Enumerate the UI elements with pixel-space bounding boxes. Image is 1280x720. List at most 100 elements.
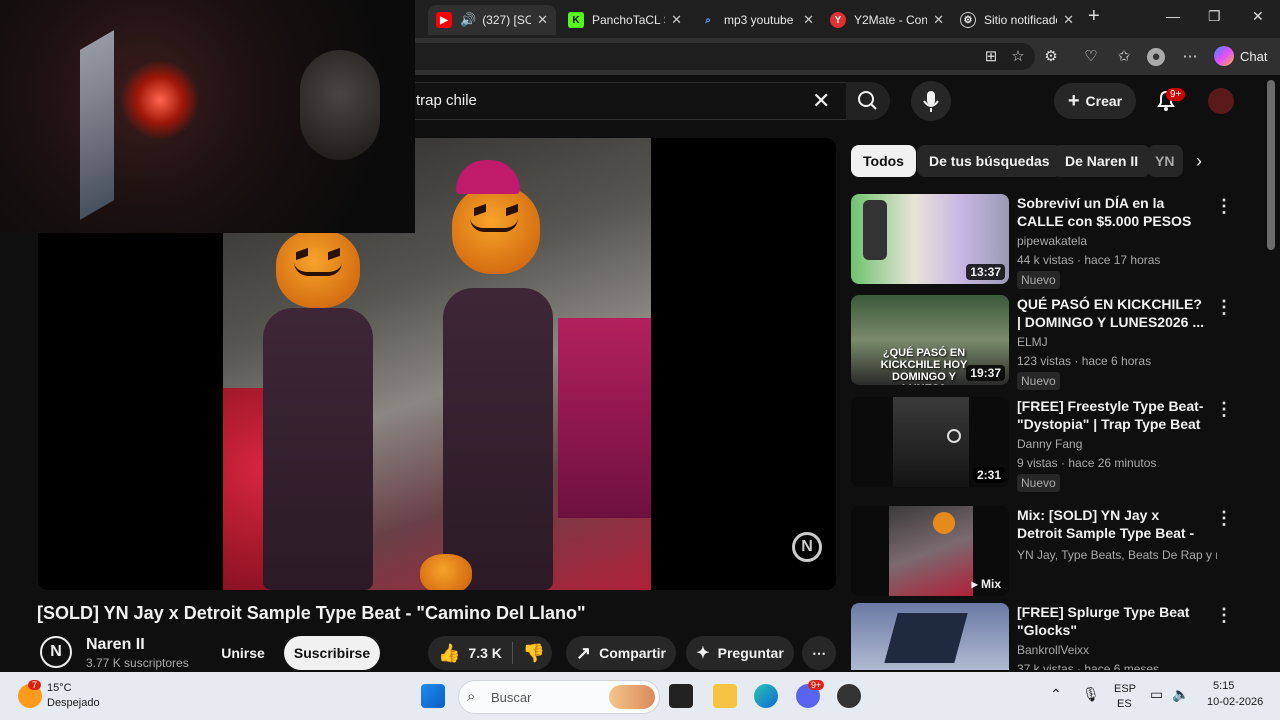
more-options-icon[interactable]: ⋮ bbox=[1215, 605, 1233, 626]
account-avatar[interactable] bbox=[1208, 88, 1234, 114]
like-button[interactable]: 👍 7.3 K bbox=[438, 643, 502, 664]
more-options-icon[interactable]: ⋮ bbox=[1215, 399, 1233, 420]
share-button[interactable]: ↗ Compartir bbox=[566, 636, 676, 670]
task-view-icon[interactable] bbox=[669, 684, 693, 708]
like-count: 7.3 K bbox=[468, 645, 502, 661]
recommendation-item[interactable]: ¿QUÉ PASÓ EN KICKCHILE HOY DOMINGO Y LUN… bbox=[851, 295, 1261, 390]
create-button[interactable]: + Crear bbox=[1054, 83, 1136, 119]
recommendation-title[interactable]: Mix: [SOLD] YN Jay x Detroit Sample Type… bbox=[1017, 506, 1207, 542]
minimize-icon[interactable]: — bbox=[1166, 8, 1180, 24]
video-thumbnail[interactable]: ▸ Mix bbox=[851, 506, 1009, 596]
file-explorer-icon[interactable] bbox=[713, 684, 737, 708]
taskbar-search-input[interactable]: ⌕ Buscar bbox=[458, 680, 660, 714]
more-options-icon[interactable]: ⋮ bbox=[1215, 508, 1233, 529]
microphone-tray-icon[interactable]: 🎙 bbox=[1082, 686, 1100, 703]
screen: ‹ ▶ 🔊 (327) [SOL ✕ K PanchoTaCL Str ✕ ⌕ … bbox=[0, 0, 1280, 720]
recommendation-meta: 37 k vistas · hace 6 meses bbox=[1017, 662, 1160, 670]
language-top[interactable]: ESP bbox=[1114, 683, 1136, 695]
recommendation-channel[interactable]: pipewakatela bbox=[1017, 234, 1217, 248]
app-icon[interactable] bbox=[837, 684, 861, 708]
tab-notified-site[interactable]: ⚙ Sitio notificado ✕ bbox=[952, 5, 1082, 35]
voice-search-button[interactable] bbox=[911, 81, 951, 121]
tab-y2mate[interactable]: Y Y2Mate - Conv ✕ bbox=[822, 5, 952, 35]
close-tab-icon[interactable]: ✕ bbox=[537, 12, 548, 28]
join-button[interactable]: Unirse bbox=[210, 636, 276, 670]
speaker-icon[interactable]: 🔊 bbox=[460, 12, 476, 28]
webcam-lamp-glow bbox=[120, 60, 200, 140]
channel-watermark-icon[interactable]: N bbox=[792, 532, 822, 562]
chip-yn[interactable]: YN bbox=[1147, 145, 1183, 177]
profile-icon[interactable]: ● bbox=[1147, 48, 1165, 66]
channel-name[interactable]: Naren II bbox=[86, 636, 145, 654]
recommendation-item[interactable]: [FREE] Splurge Type Beat "Glocks" Bankro… bbox=[851, 603, 1261, 670]
recommendation-channel[interactable]: YN Jay, Type Beats, Beats De Rap y muc..… bbox=[1017, 548, 1217, 562]
network-icon[interactable]: ▭ bbox=[1150, 686, 1163, 703]
chip-from-searches[interactable]: De tus búsquedas bbox=[917, 145, 1062, 177]
recommendation-item[interactable]: 2:31 [FREE] Freestyle Type Beat- "Dystop… bbox=[851, 397, 1261, 492]
language-bottom: ES bbox=[1117, 698, 1132, 710]
search-button[interactable] bbox=[846, 82, 890, 120]
subscribe-button[interactable]: Suscribirse bbox=[284, 636, 380, 670]
address-bar[interactable] bbox=[380, 43, 1035, 70]
video-thumbnail[interactable] bbox=[851, 603, 1009, 670]
thumbnail-image bbox=[884, 613, 968, 663]
restore-icon[interactable]: ❐ bbox=[1208, 8, 1221, 25]
video-thumbnail[interactable]: 13:37 bbox=[851, 194, 1009, 284]
favorites-icon[interactable]: ✩ bbox=[1115, 48, 1133, 66]
more-options-icon[interactable]: ⋮ bbox=[1215, 196, 1233, 217]
edge-icon[interactable] bbox=[754, 684, 778, 708]
chip-all[interactable]: Todos bbox=[851, 145, 916, 177]
close-tab-icon[interactable]: ✕ bbox=[933, 12, 944, 28]
chip-from-channel[interactable]: De Naren II bbox=[1053, 145, 1151, 177]
scrollbar-thumb[interactable] bbox=[1267, 80, 1275, 250]
copilot-icon bbox=[1214, 46, 1234, 66]
recommendation-channel[interactable]: BankrollVeixx bbox=[1017, 643, 1217, 657]
chevron-right-icon[interactable]: › bbox=[1196, 151, 1202, 172]
video-thumbnail[interactable]: ¿QUÉ PASÓ EN KICKCHILE HOY DOMINGO Y LUN… bbox=[851, 295, 1009, 385]
duration-badge: 19:37 bbox=[966, 365, 1005, 381]
more-actions-icon[interactable]: ⋯ bbox=[802, 636, 836, 670]
more-options-icon[interactable]: ⋮ bbox=[1215, 297, 1233, 318]
tab-search[interactable]: ⌕ mp3 youtube - ✕ bbox=[692, 5, 822, 35]
close-window-icon[interactable]: ✕ bbox=[1252, 8, 1264, 25]
apps-icon[interactable]: ⊞ bbox=[982, 48, 1000, 66]
copilot-chat-button[interactable]: Chat bbox=[1214, 46, 1267, 66]
recommendation-item[interactable]: ▸ Mix Mix: [SOLD] YN Jay x Detroit Sampl… bbox=[851, 506, 1261, 598]
tab-label: mp3 youtube - bbox=[724, 13, 798, 27]
ask-label: Preguntar bbox=[717, 645, 784, 661]
channel-avatar[interactable]: N bbox=[40, 636, 72, 668]
tab-kick[interactable]: K PanchoTaCL Str ✕ bbox=[560, 5, 690, 35]
new-badge: Nuevo bbox=[1017, 372, 1060, 390]
more-icon[interactable]: ⋯ bbox=[1181, 48, 1199, 66]
copilot-label: Chat bbox=[1240, 48, 1268, 64]
volume-icon[interactable]: 🔈 bbox=[1172, 686, 1189, 703]
close-tab-icon[interactable]: ✕ bbox=[803, 12, 814, 28]
close-tab-icon[interactable]: ✕ bbox=[1063, 12, 1074, 28]
new-tab-button[interactable]: + bbox=[1088, 5, 1100, 28]
recommendation-title[interactable]: QUÉ PASÓ EN KICKCHILE? | DOMINGO Y LUNES… bbox=[1017, 295, 1207, 331]
recommendation-title[interactable]: Sobreviví un DÍA en la CALLE con $5.000 … bbox=[1017, 194, 1207, 230]
chevron-up-icon[interactable]: ⌃ bbox=[1050, 686, 1062, 703]
recommendation-channel[interactable]: Danny Fang bbox=[1017, 437, 1217, 451]
webcam-person bbox=[300, 50, 380, 160]
video-thumbnail[interactable]: 2:31 bbox=[851, 397, 1009, 487]
recommendation-item[interactable]: 13:37 Sobreviví un DÍA en la CALLE con $… bbox=[851, 194, 1261, 289]
windows-start-icon[interactable] bbox=[421, 684, 445, 708]
new-badge: Nuevo bbox=[1017, 271, 1060, 289]
thumbs-down-icon[interactable]: 👎 bbox=[523, 643, 545, 664]
sparkle-icon: ✦ bbox=[696, 645, 710, 662]
browser-essentials-icon[interactable]: ♡ bbox=[1082, 48, 1100, 66]
recommendation-title[interactable]: [FREE] Splurge Type Beat "Glocks" bbox=[1017, 603, 1207, 639]
close-tab-icon[interactable]: ✕ bbox=[671, 12, 682, 28]
clear-search-icon[interactable]: ✕ bbox=[812, 88, 830, 114]
recommendation-title[interactable]: [FREE] Freestyle Type Beat- "Dystopia" |… bbox=[1017, 397, 1207, 433]
tab-youtube[interactable]: ▶ 🔊 (327) [SOL ✕ bbox=[428, 5, 556, 35]
clock-time[interactable]: 5:15 bbox=[1213, 680, 1234, 692]
duration-badge: 13:37 bbox=[966, 264, 1005, 280]
clock-date: 10-02-2026 bbox=[1207, 696, 1264, 708]
traffic-light bbox=[863, 200, 887, 260]
recommendation-channel[interactable]: ELMJ bbox=[1017, 335, 1217, 349]
extensions-icon[interactable]: ⚙ bbox=[1042, 48, 1060, 66]
favorite-star-icon[interactable]: ☆ bbox=[1009, 48, 1027, 66]
ask-button[interactable]: ✦ Preguntar bbox=[686, 636, 794, 670]
